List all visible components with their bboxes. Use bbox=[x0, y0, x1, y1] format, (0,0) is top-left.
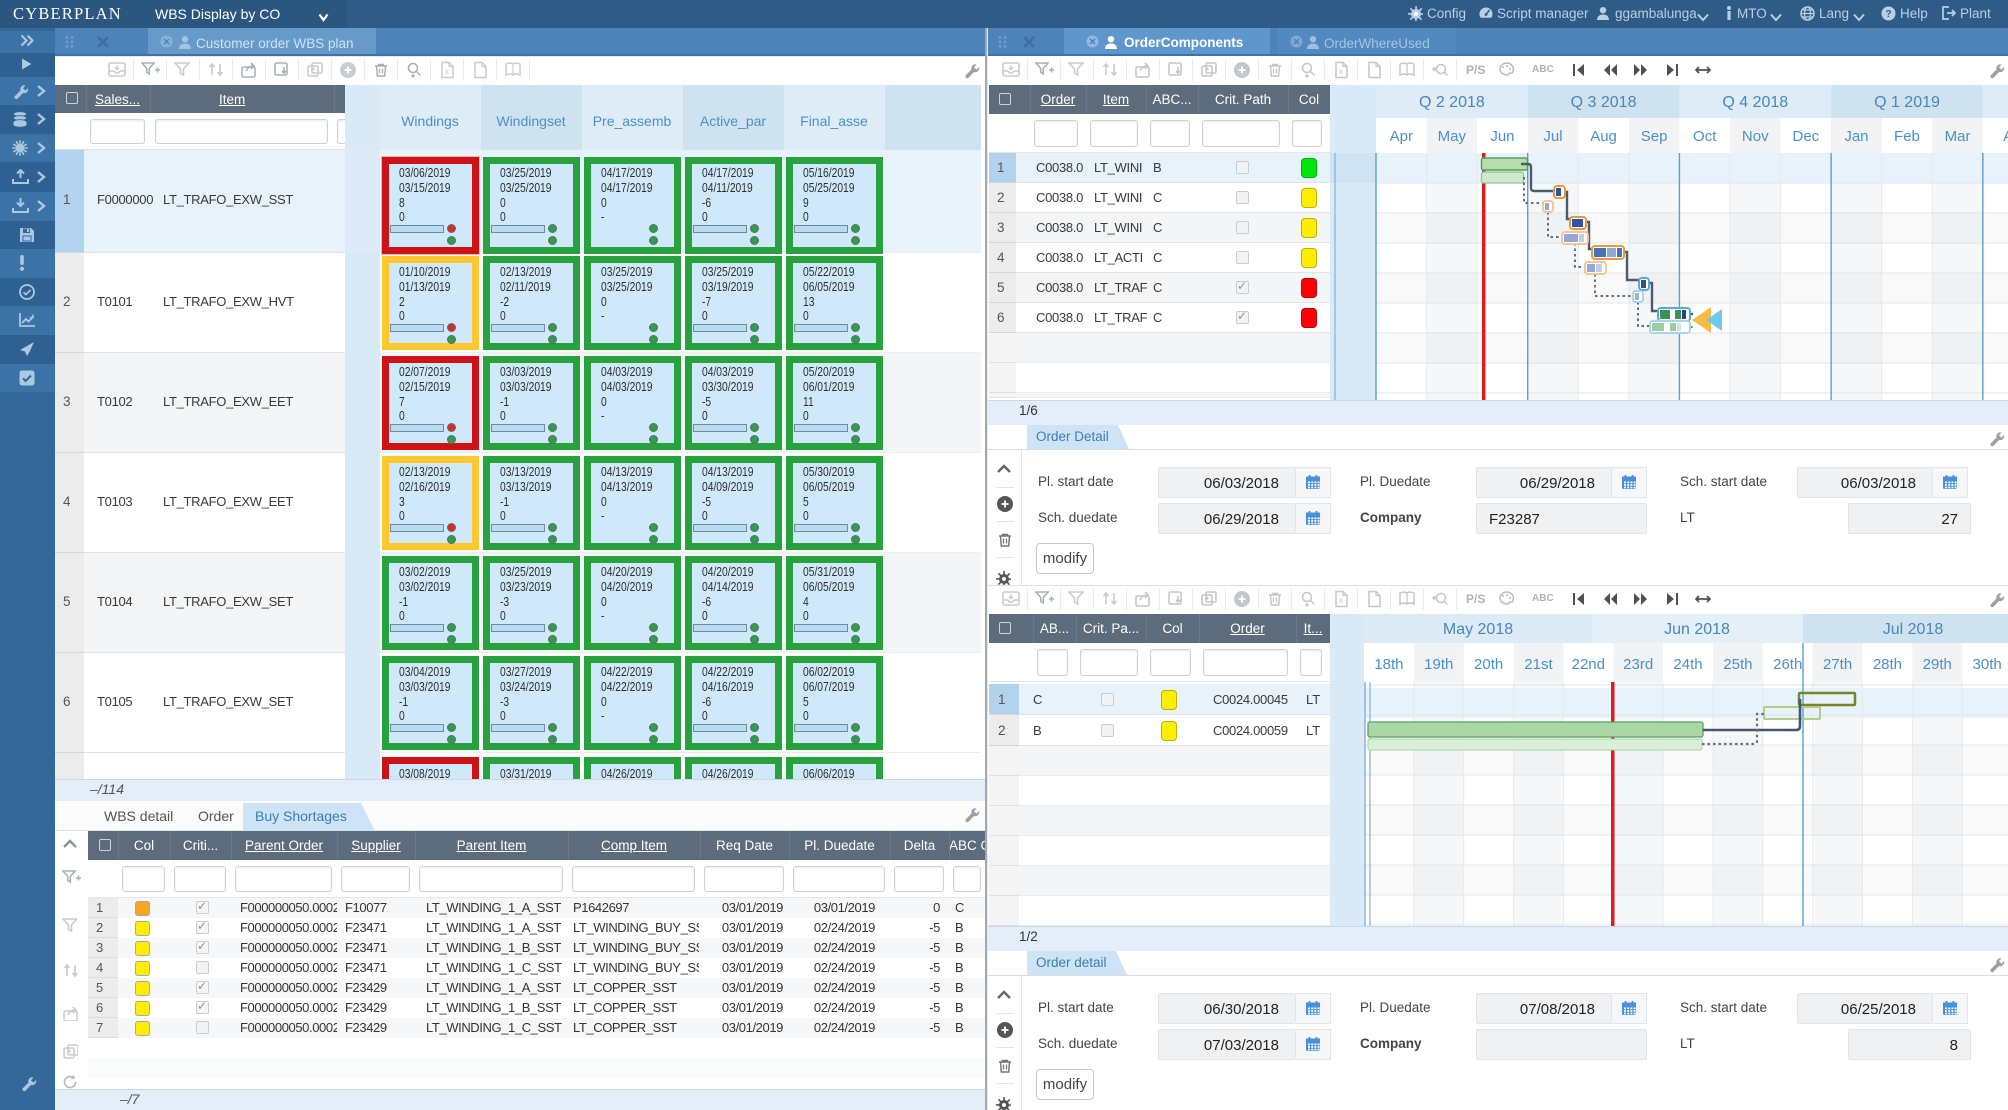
svg-text:Aug: Aug bbox=[1590, 128, 1617, 145]
svg-text:Sep: Sep bbox=[1641, 128, 1668, 145]
svg-text:May: May bbox=[1438, 128, 1467, 145]
svg-text:28th: 28th bbox=[1873, 656, 1902, 673]
svg-text:23rd: 23rd bbox=[1623, 656, 1653, 673]
svg-text:Jul 2018: Jul 2018 bbox=[1883, 621, 1944, 638]
svg-text:A: A bbox=[2003, 128, 2008, 145]
svg-text:21st: 21st bbox=[1524, 656, 1553, 673]
svg-text:Dec: Dec bbox=[1793, 128, 1820, 145]
svg-text:Nov: Nov bbox=[1742, 128, 1769, 145]
svg-text:Q 1 2019: Q 1 2019 bbox=[1874, 94, 1940, 111]
svg-text:26th: 26th bbox=[1773, 656, 1802, 673]
svg-text:Jul: Jul bbox=[1543, 128, 1562, 145]
svg-text:Apr: Apr bbox=[1390, 128, 1413, 145]
svg-text:Feb: Feb bbox=[1894, 128, 1920, 145]
svg-text:Oct: Oct bbox=[1693, 128, 1717, 145]
svg-text:27th: 27th bbox=[1823, 656, 1852, 673]
svg-text:Jan: Jan bbox=[1844, 128, 1868, 145]
svg-text:29th: 29th bbox=[1923, 656, 1952, 673]
svg-text:May 2018: May 2018 bbox=[1443, 621, 1513, 638]
svg-text:24th: 24th bbox=[1673, 656, 1702, 673]
svg-text:Jun: Jun bbox=[1490, 128, 1514, 145]
svg-text:x: x bbox=[445, 67, 449, 76]
svg-text:30th: 30th bbox=[1973, 656, 2002, 673]
svg-text:Mar: Mar bbox=[1945, 128, 1971, 145]
svg-text:x: x bbox=[1339, 67, 1343, 76]
svg-text:19th: 19th bbox=[1424, 656, 1453, 673]
svg-text:Q 3 2018: Q 3 2018 bbox=[1571, 94, 1637, 111]
svg-text:x: x bbox=[1339, 596, 1343, 605]
svg-text:Q 2 2018: Q 2 2018 bbox=[1419, 94, 1485, 111]
svg-text:18th: 18th bbox=[1374, 656, 1403, 673]
svg-text:?: ? bbox=[1885, 9, 1891, 20]
svg-text:25th: 25th bbox=[1723, 656, 1752, 673]
svg-text:Jun 2018: Jun 2018 bbox=[1664, 621, 1730, 638]
svg-text:Q 4 2018: Q 4 2018 bbox=[1722, 94, 1788, 111]
svg-text:20th: 20th bbox=[1474, 656, 1503, 673]
svg-text:22nd: 22nd bbox=[1572, 656, 1605, 673]
